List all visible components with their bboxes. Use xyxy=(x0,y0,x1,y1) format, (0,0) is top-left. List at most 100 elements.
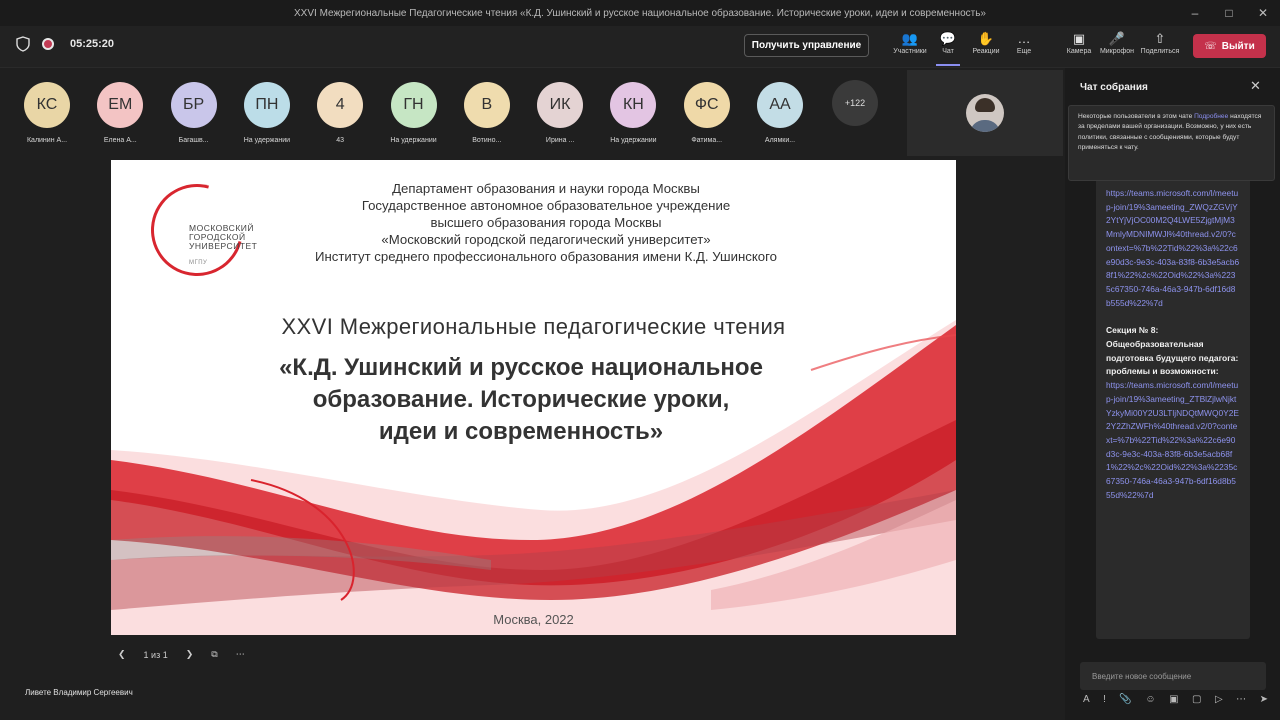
logo-subtext: МГПУ xyxy=(189,260,208,266)
reactions-button[interactable]: ✋ Реакции xyxy=(967,30,1005,64)
more-icon: … xyxy=(1017,31,1031,46)
participants-strip: КС Калинин А... ЕМ Елена А... БР Багашв... ПН Н… xyxy=(0,68,900,156)
participant-name: Елена А... xyxy=(103,137,137,144)
participants-button[interactable]: 👥 Участники xyxy=(891,30,929,64)
share-button[interactable]: ⇧ Поделиться xyxy=(1136,30,1184,64)
avatar: ПН xyxy=(243,82,290,128)
slide-counter: 1 из 1 xyxy=(143,649,168,660)
phone-hangup-icon: ☏ xyxy=(1204,40,1217,52)
institution-line: высшего образования города Москвы xyxy=(430,215,662,230)
more-options-icon[interactable]: ⋯ xyxy=(236,649,245,660)
recording-icon xyxy=(42,38,54,50)
participant-tile[interactable]: В Вотино... xyxy=(452,82,522,144)
participant-name: Алямки... xyxy=(764,137,796,144)
maximize-icon[interactable]: □ xyxy=(1212,6,1246,20)
share-icon: ⇧ xyxy=(1154,31,1166,46)
participant-tile[interactable]: ИК Ирина ... xyxy=(525,82,595,144)
slide-subtitle: XXVI Межрегиональные педагогические чтен… xyxy=(281,314,786,339)
microphone-button[interactable]: 🎤 Микрофон xyxy=(1098,30,1136,64)
camera-off-icon: ▣ xyxy=(1072,31,1086,46)
gif-icon[interactable]: ▣ xyxy=(1169,694,1178,705)
avatar: БР xyxy=(170,82,217,128)
close-window-icon[interactable]: ✕ xyxy=(1246,6,1280,20)
teams-meeting-window: XXVI Межрегиональные Педагогические чтен… xyxy=(0,0,1280,720)
self-video-tile[interactable] xyxy=(907,70,1063,156)
more-compose-icon[interactable]: ⋯ xyxy=(1236,694,1246,705)
avatar: 4 xyxy=(317,82,364,128)
window-title: XXVI Межрегиональные Педагогические чтен… xyxy=(294,7,986,19)
learn-more-link[interactable]: Подробнее xyxy=(1194,113,1228,120)
participant-tile[interactable]: БР Багашв... xyxy=(159,82,229,144)
participant-tile[interactable]: ГН На удержании xyxy=(379,82,449,144)
format-icon[interactable]: A xyxy=(1083,694,1090,705)
participant-tile[interactable]: КН На удержании xyxy=(598,82,668,144)
avatar: КС xyxy=(24,82,70,128)
close-chat-icon[interactable]: ✕ xyxy=(1250,78,1261,94)
next-slide-icon[interactable]: ❯ xyxy=(186,649,194,660)
participant-name: На удержании xyxy=(243,137,291,144)
popout-icon[interactable]: ⧉ xyxy=(211,649,217,660)
chat-button[interactable]: 💬 Чат xyxy=(929,30,967,66)
slide-navigation: ❮ 1 из 1 ❯ ⧉ ⋯ xyxy=(118,649,245,660)
avatar: АА xyxy=(757,82,803,128)
request-control-button[interactable]: Получить управление xyxy=(744,34,869,57)
camera-button[interactable]: ▣ Камера xyxy=(1060,30,1098,64)
participant-tile[interactable]: ЕМ Елена А... xyxy=(85,82,155,144)
institution-line: Департамент образования и науки города М… xyxy=(392,181,700,196)
sticker-icon[interactable]: ▢ xyxy=(1192,694,1201,705)
meeting-link[interactable]: https://teams.microsoft.com/l/meetup-joi… xyxy=(1106,379,1240,502)
meeting-toolbar: 05:25:20 Получить управление 👥 Участники… xyxy=(0,26,1280,68)
message-input[interactable]: Введите новое сообщение xyxy=(1080,662,1266,690)
minimize-icon[interactable]: – xyxy=(1178,6,1212,20)
participant-name: Фатима... xyxy=(691,137,723,144)
external-users-notice: Некоторые пользователи в этом чате Подро… xyxy=(1068,105,1275,181)
avatar: ГН xyxy=(390,82,437,128)
institution-line: Институт среднего профессионального обра… xyxy=(315,249,777,264)
chat-panel: Чат собрания ✕ Некоторые пользователи в … xyxy=(1065,68,1280,720)
priority-icon[interactable]: ! xyxy=(1103,694,1106,705)
presenter-name: Ливете Владимир Сергеевич xyxy=(25,688,133,697)
more-button[interactable]: … Еще xyxy=(1005,30,1043,64)
logo-text: МОСКОВСКИЙ ГОРОДСКОЙ УНИВЕРСИТЕТ xyxy=(189,223,258,251)
slide-city-year: Москва, 2022 xyxy=(493,612,574,627)
prev-slide-icon[interactable]: ❮ xyxy=(118,649,126,660)
participant-tile[interactable]: АА Алямки... xyxy=(745,82,815,144)
participant-name: На удержании xyxy=(610,137,657,144)
avatar: КН xyxy=(610,82,657,128)
emoji-icon[interactable]: ☺ xyxy=(1145,694,1155,705)
reactions-icon: ✋ xyxy=(977,31,995,46)
avatar: ИК xyxy=(537,82,584,128)
avatar: В xyxy=(463,82,510,128)
shared-slide: МОСКОВСКИЙ ГОРОДСКОЙ УНИВЕРСИТЕТ МГПУ Де… xyxy=(111,160,956,635)
more-participants-button[interactable]: +122 xyxy=(832,80,878,126)
section-heading: Секция № 8: Общеобразовательная подготов… xyxy=(1106,325,1239,377)
avatar: ФС xyxy=(683,82,730,128)
compose-toolbar: A ! 📎 ☺ ▣ ▢ ▷ ⋯ ➤ xyxy=(1083,694,1268,705)
window-titlebar: XXVI Межрегиональные Педагогические чтен… xyxy=(0,0,1280,26)
chat-icon: 💬 xyxy=(939,31,957,46)
institution-block: Департамент образования и науки города М… xyxy=(261,180,831,265)
institution-line: Государственное автономное образовательн… xyxy=(361,198,731,213)
avatar: ЕМ xyxy=(97,82,144,128)
participant-name: Вотино... xyxy=(472,137,502,144)
participant-tile[interactable]: ФС Фатима... xyxy=(672,82,742,144)
participant-tile[interactable]: ПН На удержании xyxy=(232,82,302,144)
window-controls: – □ ✕ xyxy=(1178,0,1280,26)
slide-title: «К.Д. Ушинский и русское национальное об… xyxy=(279,354,763,445)
participants-icon: 👥 xyxy=(901,31,919,46)
self-avatar xyxy=(966,94,1004,132)
participant-name: 43 xyxy=(336,137,345,144)
leave-button[interactable]: ☏ Выйти xyxy=(1193,34,1266,58)
participant-tile[interactable]: КС Калинин А... xyxy=(12,82,82,144)
mic-off-icon: 🎤 xyxy=(1108,31,1126,46)
attach-icon[interactable]: 📎 xyxy=(1119,694,1131,705)
meeting-link[interactable]: https://teams.microsoft.com/l/meetup-joi… xyxy=(1106,187,1240,310)
participant-name: Багашв... xyxy=(178,137,209,144)
loop-icon[interactable]: ▷ xyxy=(1215,694,1223,705)
participant-tile[interactable]: 4 43 xyxy=(305,82,375,144)
send-icon[interactable]: ➤ xyxy=(1260,694,1268,705)
participant-name: На удержании xyxy=(390,137,437,144)
chat-title: Чат собрания xyxy=(1080,82,1148,93)
participant-name: Ирина ... xyxy=(545,137,575,144)
institution-line: «Московский городской педагогический уни… xyxy=(381,232,711,247)
